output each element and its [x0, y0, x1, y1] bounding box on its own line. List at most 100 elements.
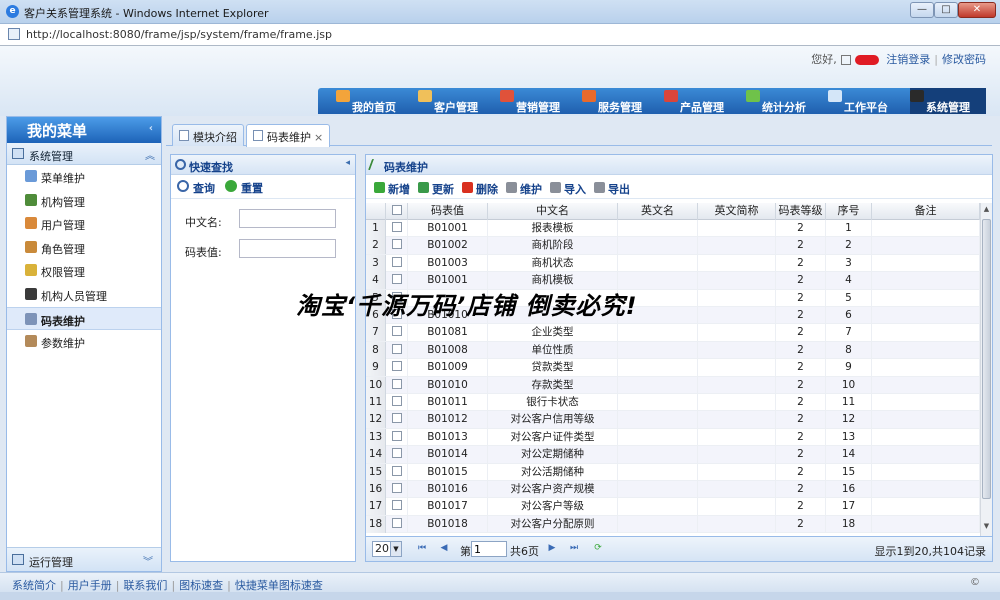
row-checkbox[interactable] — [391, 396, 402, 406]
table-row[interactable]: 18 B01018 对公客户分配原则 2 18 — [366, 515, 980, 534]
row-checkbox[interactable] — [391, 239, 402, 250]
table-row[interactable]: 16 B01016 对公客户资产规模 2 16 — [366, 481, 980, 499]
column-header[interactable]: 英文名 — [618, 203, 698, 220]
export-button[interactable]: 导出 — [594, 181, 630, 197]
table-row[interactable]: 1 B01001 报表模板 2 1 — [366, 220, 980, 238]
sidebar-item[interactable]: 用户管理 — [7, 212, 161, 236]
query-button[interactable]: 查询 — [177, 180, 215, 196]
collapse-icon[interactable]: ◂ — [345, 158, 350, 168]
refresh-button[interactable]: 更新 — [418, 181, 454, 197]
refresh-icon[interactable]: ⟳ — [592, 542, 604, 554]
scroll-up-icon[interactable]: ▲ — [982, 205, 991, 217]
sidebar-item[interactable]: 权限管理 — [7, 259, 161, 283]
scroll-down-icon[interactable]: ▼ — [982, 522, 991, 534]
nav-item-3[interactable]: 营销管理 — [500, 88, 576, 114]
menu-group-system[interactable]: 系统管理 ︽ — [7, 143, 161, 165]
row-checkbox[interactable] — [391, 222, 402, 232]
tab-code-table[interactable]: 码表维护 × — [246, 124, 331, 147]
nav-item-5[interactable]: 产品管理 — [664, 88, 740, 114]
row-checkbox[interactable] — [391, 361, 402, 372]
footer-link[interactable]: 快捷菜单图标速查 — [235, 579, 323, 592]
nav-item-6[interactable]: 统计分析 — [746, 88, 822, 114]
column-header[interactable]: 序号 — [826, 203, 872, 220]
row-checkbox[interactable] — [391, 256, 402, 267]
last-page-icon[interactable]: ⏭ — [568, 542, 580, 554]
logout-link[interactable]: 注销登录 — [886, 53, 930, 66]
column-header[interactable]: 码表值 — [408, 203, 488, 220]
row-checkbox[interactable] — [391, 343, 402, 354]
sidebar-item[interactable]: 角色管理 — [7, 236, 161, 260]
close-tab-icon[interactable]: × — [314, 131, 323, 144]
chevron-up-icon[interactable]: ︽ — [145, 147, 155, 162]
row-checkbox[interactable] — [391, 326, 402, 337]
table-row[interactable]: 10 B01010 存款类型 2 10 — [366, 376, 980, 394]
table-row[interactable]: 12 B01012 对公客户信用等级 2 12 — [366, 411, 980, 429]
reset-button[interactable]: 重置 — [225, 180, 263, 196]
column-header[interactable]: 备注 — [872, 203, 980, 220]
menu-group-runtime[interactable]: 运行管理 ︾ — [7, 547, 161, 571]
sidebar-item[interactable]: 菜单维护 — [7, 165, 161, 189]
sidebar-item[interactable]: 参数维护 — [7, 330, 161, 354]
table-row[interactable]: 15 B01015 对公活期储种 2 15 — [366, 463, 980, 481]
nav-item-2[interactable]: 客户管理 — [418, 88, 494, 114]
table-row[interactable]: 17 B01017 对公客户等级 2 17 — [366, 498, 980, 516]
minimize-button[interactable]: — — [910, 2, 934, 18]
close-button[interactable]: ✕ — [958, 2, 996, 18]
row-checkbox[interactable] — [391, 274, 402, 285]
row-checkbox[interactable] — [391, 430, 402, 441]
row-checkbox[interactable] — [391, 448, 402, 459]
next-page-icon[interactable]: ▶ — [546, 542, 558, 554]
sidebar-item[interactable]: 码表维护 — [7, 306, 161, 331]
table-cell: B01081 — [408, 324, 488, 342]
address-url[interactable]: http://localhost:8080/frame/jsp/system/f… — [26, 28, 332, 41]
row-checkbox[interactable] — [391, 378, 402, 389]
chinese-name-input[interactable] — [239, 209, 336, 228]
maximize-button[interactable]: □ — [934, 2, 958, 18]
footer-link[interactable]: 图标速查 — [179, 579, 223, 592]
row-checkbox[interactable] — [391, 413, 402, 424]
select-all-checkbox[interactable] — [391, 205, 402, 215]
row-checkbox[interactable] — [391, 465, 402, 476]
chevron-down-icon[interactable]: ︾ — [143, 553, 153, 568]
row-checkbox[interactable] — [391, 500, 402, 511]
prev-page-icon[interactable]: ◀ — [438, 542, 450, 554]
page-number-input[interactable] — [471, 541, 507, 557]
table-row[interactable]: 7 B01081 企业类型 2 7 — [366, 324, 980, 342]
table-row[interactable]: 13 B01013 对公客户证件类型 2 13 — [366, 428, 980, 447]
nav-item-4[interactable]: 服务管理 — [582, 88, 658, 114]
collapse-left-icon[interactable]: ‹ — [149, 123, 153, 134]
tab-module-intro[interactable]: 模块介绍 — [172, 124, 244, 146]
page-size-select[interactable]: 20 ▼ — [372, 541, 402, 557]
table-row[interactable]: 3 B01003 商机状态 2 3 — [366, 254, 980, 273]
footer-link[interactable]: 联系我们 — [123, 579, 167, 592]
import-button[interactable]: 导入 — [550, 181, 586, 197]
column-header[interactable]: 码表等级 — [776, 203, 826, 220]
delete-button[interactable]: 删除 — [462, 181, 498, 197]
row-checkbox[interactable] — [391, 517, 402, 528]
footer-link[interactable]: 系统简介 — [12, 579, 56, 592]
table-cell: 企业类型 — [488, 324, 618, 342]
grid-scrollbar[interactable]: ▲ ▼ — [980, 203, 992, 536]
first-page-icon[interactable]: ⏮ — [416, 542, 428, 554]
footer-link[interactable]: 用户手册 — [68, 579, 112, 592]
table-row[interactable]: 11 B01011 银行卡状态 2 11 — [366, 394, 980, 412]
nav-item-1[interactable]: 我的首页 — [336, 88, 412, 114]
scroll-thumb[interactable] — [982, 219, 991, 499]
sidebar-item[interactable]: 机构管理 — [7, 189, 161, 213]
user-icon — [25, 217, 37, 230]
nav-item-8[interactable]: 系统管理 — [910, 88, 986, 114]
row-checkbox[interactable] — [391, 483, 402, 493]
wrench-button[interactable]: 维护 — [506, 181, 542, 197]
address-bar[interactable]: http://localhost:8080/frame/jsp/system/f… — [0, 24, 1000, 46]
change-password-link[interactable]: 修改密码 — [942, 53, 986, 66]
code-value-input[interactable] — [239, 239, 336, 258]
add-button[interactable]: 新增 — [374, 181, 410, 197]
sidebar-item[interactable]: 机构人员管理 — [7, 283, 161, 307]
table-row[interactable]: 14 B01014 对公定期储种 2 14 — [366, 446, 980, 464]
column-header[interactable]: 中文名 — [488, 203, 618, 220]
table-row[interactable]: 8 B01008 单位性质 2 8 — [366, 341, 980, 360]
table-row[interactable]: 2 B01002 商机阶段 2 2 — [366, 237, 980, 255]
column-header[interactable]: 英文简称 — [698, 203, 776, 220]
nav-item-7[interactable]: 工作平台 — [828, 88, 904, 114]
table-row[interactable]: 9 B01009 贷款类型 2 9 — [366, 359, 980, 377]
